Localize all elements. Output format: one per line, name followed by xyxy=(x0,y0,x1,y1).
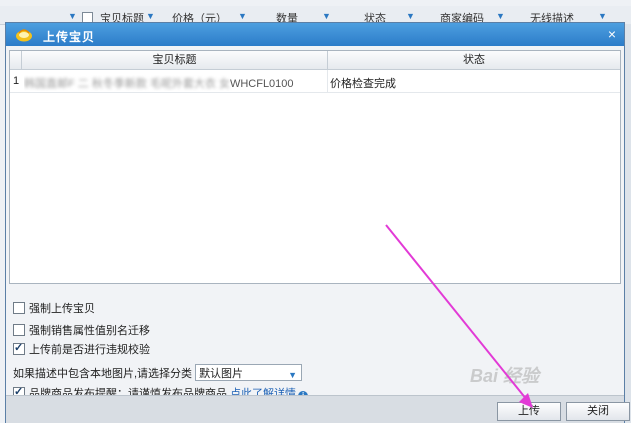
force-sales-attr-checkbox[interactable] xyxy=(13,324,25,336)
close-button[interactable]: 关闭 xyxy=(566,402,630,421)
filter-icon[interactable]: ▼ xyxy=(238,11,247,21)
row-item-title: 韩国直邮F 二 秋冬季新款 毛呢外套大衣 女WHCFL0100 xyxy=(24,78,294,90)
dialog-title-bar[interactable]: 上传宝贝 × xyxy=(6,23,624,46)
image-category-select[interactable]: 默认图片 ▼ xyxy=(195,364,303,383)
force-sales-attr-option[interactable]: 强制销售属性值别名迁移 xyxy=(13,323,150,339)
app-logo-icon xyxy=(16,29,32,42)
filter-icon[interactable]: ▼ xyxy=(322,11,331,21)
upload-button[interactable]: 上传 xyxy=(497,402,561,421)
row-status: 价格检查完成 xyxy=(330,78,396,90)
image-category-label: 如果描述中包含本地图片,请选择分类 xyxy=(13,368,193,380)
dialog-title: 上传宝贝 xyxy=(43,30,96,44)
close-icon[interactable]: × xyxy=(608,26,616,42)
check-violation-checkbox[interactable] xyxy=(13,340,25,356)
chevron-down-icon[interactable]: ▼ xyxy=(288,367,297,383)
image-category-row: 如果描述中包含本地图片,请选择分类 默认图片 ▼ xyxy=(13,364,303,383)
column-status-header[interactable]: 状态 xyxy=(328,51,620,69)
table-header: 宝贝标题 状态 xyxy=(10,51,620,70)
check-violation-option[interactable]: 上传前是否进行违规校验 xyxy=(13,340,150,358)
row-number: 1 xyxy=(13,75,20,87)
filter-icon[interactable]: ▼ xyxy=(406,11,415,21)
filter-icon[interactable]: ▼ xyxy=(146,11,155,21)
watermark: Bai 经验 xyxy=(470,366,540,386)
filter-icon[interactable]: ▼ xyxy=(496,11,505,21)
table-row[interactable]: 1 韩国直邮F 二 秋冬季新款 毛呢外套大衣 女WHCFL0100 价格检查完成 xyxy=(10,70,620,93)
filter-icon[interactable]: ▼ xyxy=(598,11,607,21)
filter-icon[interactable]: ▼ xyxy=(68,11,77,21)
column-title-header[interactable]: 宝贝标题 xyxy=(22,51,328,69)
force-upload-option[interactable]: 强制上传宝贝 xyxy=(13,301,95,317)
force-upload-checkbox[interactable] xyxy=(13,302,25,314)
dialog-footer: 上传 关闭 xyxy=(6,395,630,423)
items-table: 宝贝标题 状态 1 韩国直邮F 二 秋冬季新款 毛呢外套大衣 女WHCFL010… xyxy=(9,50,621,284)
